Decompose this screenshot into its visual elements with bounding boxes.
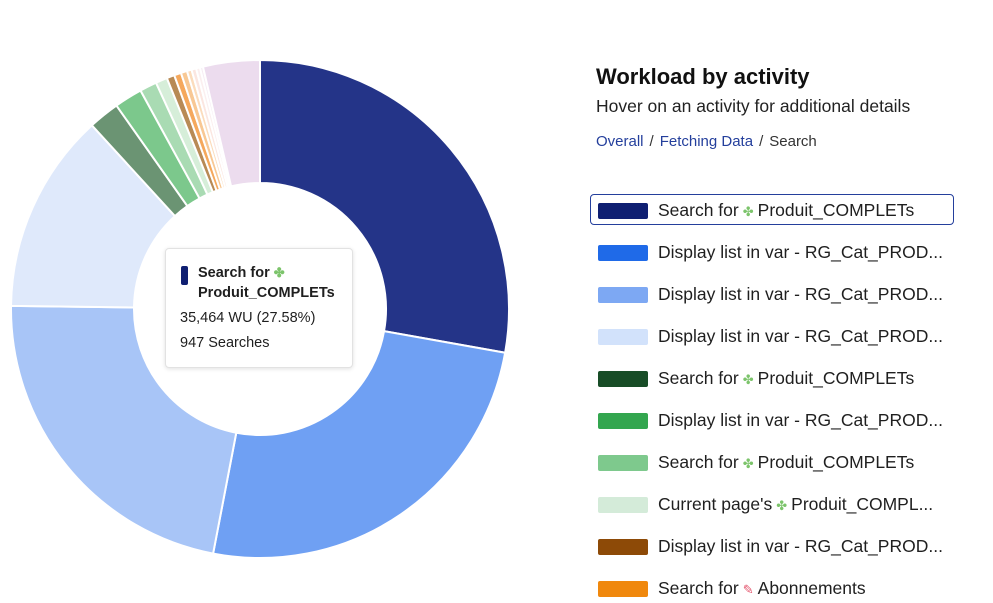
puzzle-icon: ✤ xyxy=(742,372,754,387)
legend-color-swatch xyxy=(598,455,648,471)
legend-label-name: Produit_COMPLETs xyxy=(757,452,915,472)
puzzle-icon: ✤ xyxy=(742,456,754,471)
legend-item[interactable]: Search for ✤ Produit_COMPLETs xyxy=(590,194,954,225)
pencil-icon: ✎ xyxy=(742,582,754,597)
breadcrumb-separator: / xyxy=(759,133,764,150)
tooltip-title: Search for ✤ Produit_COMPLETs xyxy=(180,263,338,303)
legend-label: Search for ✤ Produit_COMPLETs xyxy=(658,367,914,391)
legend-item[interactable]: Display list in var - RG_Cat_PROD... xyxy=(590,404,954,435)
legend-item[interactable]: Display list in var - RG_Cat_PROD... xyxy=(590,236,954,267)
legend-label: Display list in var - RG_Cat_PROD... xyxy=(658,535,943,557)
legend-label-name: Display list in var - RG_Cat_PROD... xyxy=(658,410,943,430)
legend-label: Current page's ✤ Produit_COMPL... xyxy=(658,493,933,517)
tooltip-count: 947 Searches xyxy=(180,335,270,351)
legend-color-swatch xyxy=(598,245,648,261)
breadcrumb: Overall / Fetching Data / Search xyxy=(596,132,976,152)
breadcrumb-current: Search xyxy=(769,133,817,150)
tooltip-workload: 35,464 WU (27.58%) xyxy=(180,310,316,326)
legend-color-swatch xyxy=(598,539,648,555)
legend-label-name: Display list in var - RG_Cat_PROD... xyxy=(658,242,943,262)
legend-item[interactable]: Search for ✎ Abonnements xyxy=(590,572,954,603)
puzzle-icon: ✤ xyxy=(742,204,754,219)
legend-label-name: Display list in var - RG_Cat_PROD... xyxy=(658,536,943,556)
legend-label-prefix: Current page's xyxy=(658,494,773,514)
legend-label-name: Produit_COMPLETs xyxy=(757,368,915,388)
tooltip-color-swatch xyxy=(181,266,188,285)
legend-item[interactable]: Display list in var - RG_Cat_PROD... xyxy=(590,278,954,309)
legend-color-swatch xyxy=(598,371,648,387)
legend-label-name: Display list in var - RG_Cat_PROD... xyxy=(658,284,943,304)
legend-label-prefix: Search for xyxy=(658,200,739,220)
breadcrumb-overall[interactable]: Overall xyxy=(596,133,644,150)
legend-color-swatch xyxy=(598,329,648,345)
legend-item[interactable]: Search for ✤ Produit_COMPLETs xyxy=(590,446,954,477)
legend-label-name: Produit_COMPL... xyxy=(791,494,934,514)
chart-title: Workload by activity xyxy=(596,64,810,89)
legend-color-swatch xyxy=(598,203,648,219)
legend-item[interactable]: Current page's ✤ Produit_COMPL... xyxy=(590,488,954,519)
chart-tooltip: Search for ✤ Produit_COMPLETs 35,464 WU (… xyxy=(165,248,353,368)
legend-label: Search for ✎ Abonnements xyxy=(658,577,866,601)
legend-color-swatch xyxy=(598,413,648,429)
legend-label: Search for ✤ Produit_COMPLETs xyxy=(658,199,914,223)
legend-label-name: Produit_COMPLETs xyxy=(757,200,915,220)
legend-label-prefix: Search for xyxy=(658,578,739,598)
tooltip-title-name: Produit_COMPLETs xyxy=(198,285,335,301)
legend-color-swatch xyxy=(598,287,648,303)
legend-color-swatch xyxy=(598,497,648,513)
legend-label: Display list in var - RG_Cat_PROD... xyxy=(658,241,943,263)
legend-label-prefix: Search for xyxy=(658,368,739,388)
legend-label: Display list in var - RG_Cat_PROD... xyxy=(658,409,943,431)
puzzle-icon: ✤ xyxy=(776,498,788,513)
tooltip-title-prefix: Search for xyxy=(198,265,270,281)
chart-info-panel: Workload by activity Hover on an activit… xyxy=(596,62,976,152)
legend-item[interactable]: Display list in var - RG_Cat_PROD... xyxy=(590,530,954,561)
chart-subtitle: Hover on an activity for additional deta… xyxy=(596,96,911,116)
breadcrumb-fetching-data[interactable]: Fetching Data xyxy=(660,133,753,150)
legend-label-prefix: Search for xyxy=(658,452,739,472)
puzzle-icon: ✤ xyxy=(273,265,285,280)
legend-item[interactable]: Search for ✤ Produit_COMPLETs xyxy=(590,362,954,393)
legend-label: Display list in var - RG_Cat_PROD... xyxy=(658,283,943,305)
breadcrumb-separator: / xyxy=(649,133,654,150)
legend-label-name: Display list in var - RG_Cat_PROD... xyxy=(658,326,943,346)
legend-label: Search for ✤ Produit_COMPLETs xyxy=(658,451,914,475)
legend-label-name: Abonnements xyxy=(757,578,866,598)
legend-item[interactable]: Display list in var - RG_Cat_PROD... xyxy=(590,320,954,351)
legend-label: Display list in var - RG_Cat_PROD... xyxy=(658,325,943,347)
